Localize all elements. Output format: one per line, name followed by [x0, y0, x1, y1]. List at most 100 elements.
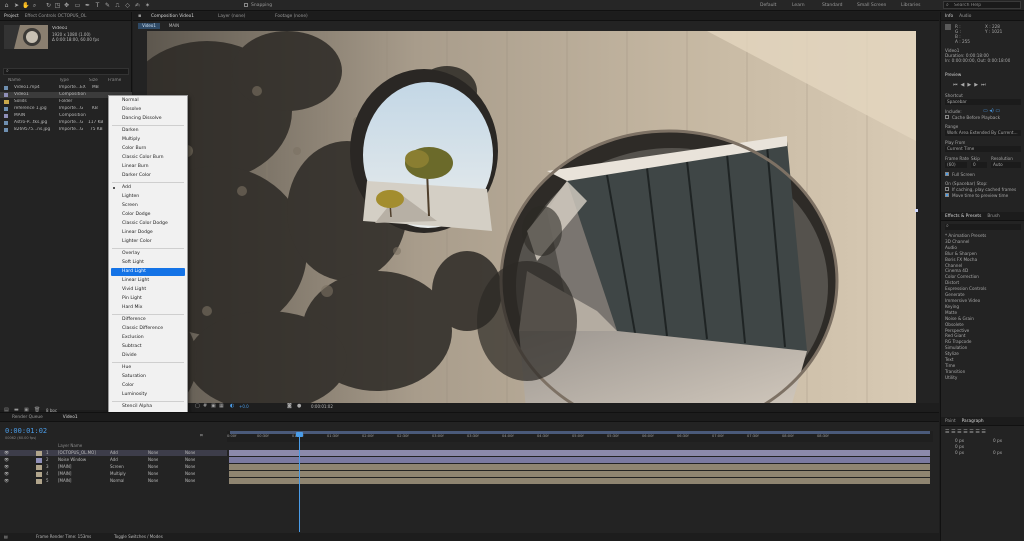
- indent-left-value[interactable]: 0 px: [955, 438, 964, 443]
- align-buttons-icon[interactable]: ☰ ☰ ☰ ☰ ☰ ☰ ☰: [945, 429, 986, 435]
- label-color[interactable]: [36, 457, 42, 463]
- indent-first-value[interactable]: 0 px: [955, 444, 964, 449]
- tab-audio[interactable]: Audio: [959, 14, 971, 19]
- menu-item-linear-light[interactable]: Linear Light: [109, 277, 187, 285]
- workspace-standard[interactable]: Standard: [822, 3, 842, 8]
- tab-footage[interactable]: Footage (none): [275, 14, 308, 19]
- rectangle-tool-icon[interactable]: ▭: [74, 2, 81, 9]
- render-time-icon[interactable]: ▤: [4, 533, 8, 541]
- time-ruler[interactable]: 0:00f 00:30f 01:00f 01:30f 02:00f 02:30f…: [227, 431, 933, 442]
- label-color[interactable]: [36, 464, 42, 470]
- menu-item-soft-light[interactable]: Soft Light: [109, 259, 187, 267]
- menu-item-classic-difference[interactable]: Classic Difference: [109, 325, 187, 333]
- layer-row[interactable]: 👁 4 [MAIN] Multiply None None: [0, 471, 227, 477]
- menu-item-saturation[interactable]: Saturation: [109, 373, 187, 381]
- tab-brush[interactable]: Brush: [987, 214, 999, 219]
- menu-item-subtract[interactable]: Subtract: [109, 343, 187, 351]
- menu-item-dissolve[interactable]: Dissolve: [109, 106, 187, 114]
- layer-row[interactable]: 👁 3 [MAIN] Screen None None: [0, 464, 227, 470]
- menu-item-hue[interactable]: Hue: [109, 364, 187, 372]
- tab-composition[interactable]: Composition Video1: [151, 14, 194, 19]
- tab-paint[interactable]: Paint: [945, 419, 956, 424]
- workspace-small-screen[interactable]: Small Screen: [857, 3, 886, 8]
- space-before-value[interactable]: 0 px: [955, 450, 964, 455]
- tab-info[interactable]: Info: [945, 14, 953, 19]
- selection-tool-icon[interactable]: ➤: [13, 2, 20, 9]
- layer-track-bar[interactable]: [229, 478, 930, 484]
- toggle-mask-icon[interactable]: ▣: [211, 403, 216, 409]
- menu-item-linear-burn[interactable]: Linear Burn: [109, 163, 187, 171]
- viewer-timecode[interactable]: 0:00:01:02: [311, 404, 333, 409]
- menu-item-add[interactable]: Add: [109, 184, 187, 192]
- tab-layer[interactable]: Layer (none): [218, 14, 245, 19]
- cache-checkbox[interactable]: [945, 115, 949, 119]
- column-name[interactable]: Name: [8, 78, 21, 84]
- shortcut-dropdown[interactable]: Spacebar: [945, 99, 1021, 105]
- menu-item-linear-dodge[interactable]: Linear Dodge: [109, 229, 187, 237]
- full-screen-checkbox[interactable]: [945, 172, 949, 176]
- pen-tool-icon[interactable]: ✒: [84, 2, 91, 9]
- range-dropdown[interactable]: Work Area Extended By Current...: [945, 130, 1021, 136]
- label-color[interactable]: [36, 478, 42, 484]
- menu-item-normal[interactable]: Normal: [109, 97, 187, 105]
- lock-icon[interactable]: ▪: [138, 13, 141, 19]
- column-type[interactable]: Type: [59, 78, 69, 84]
- zoom-tool-icon[interactable]: ⌕: [31, 2, 38, 9]
- last-frame-icon[interactable]: ⏭: [981, 82, 989, 88]
- menu-item-lighten[interactable]: Lighten: [109, 193, 187, 201]
- type-tool-icon[interactable]: T: [94, 2, 101, 9]
- menu-item-difference[interactable]: Difference: [109, 316, 187, 324]
- layer-track-bar[interactable]: [229, 457, 930, 463]
- effects-search-field[interactable]: ⌕: [945, 223, 1021, 230]
- region-of-interest-icon[interactable]: ▢: [195, 403, 200, 409]
- graph-editor-icon[interactable]: ⌗: [200, 433, 203, 439]
- project-search-field[interactable]: ⌕: [3, 68, 129, 75]
- column-frame[interactable]: Frame: [108, 78, 121, 84]
- playhead-handle[interactable]: [296, 432, 303, 437]
- menu-item-multiply[interactable]: Multiply: [109, 136, 187, 144]
- layer-row[interactable]: 👁 1 [OCTOPUS_OL.MO] Add None None: [0, 450, 227, 456]
- space-after-value[interactable]: 0 px: [993, 450, 1002, 455]
- list-item[interactable]: Video1.mp4 Importe...EX MB: [0, 85, 132, 91]
- include-video-icon[interactable]: ▭ ◂) ▭: [983, 108, 1000, 114]
- timeline-timecode[interactable]: 0:00:01:02: [5, 427, 47, 435]
- move-time-checkbox[interactable]: [945, 193, 949, 197]
- snapping-checkbox[interactable]: [244, 3, 248, 7]
- menu-item-color-dodge[interactable]: Color Dodge: [109, 211, 187, 219]
- play-from-dropdown[interactable]: Current Time: [945, 146, 1021, 152]
- layer-row[interactable]: 👁 2 Noise Window Add None None: [0, 457, 227, 463]
- menu-item-darker-color[interactable]: Darker Color: [109, 172, 187, 180]
- tab-effects-presets[interactable]: Effects & Presets: [945, 214, 981, 219]
- workspace-learn[interactable]: Learn: [792, 3, 805, 8]
- label-color[interactable]: [36, 471, 42, 477]
- home-icon[interactable]: ⌂: [3, 2, 10, 9]
- menu-item-hard-light[interactable]: Hard Light: [111, 268, 185, 276]
- indent-right-value[interactable]: 0 px: [993, 438, 1002, 443]
- show-channel-icon[interactable]: ●: [297, 403, 301, 409]
- menu-item-overlay[interactable]: Overlay: [109, 250, 187, 258]
- frame-rate-dropdown[interactable]: (60): [945, 162, 967, 168]
- adjust-exposure-icon[interactable]: ◐: [230, 403, 234, 409]
- eraser-tool-icon[interactable]: ◇: [124, 2, 131, 9]
- tab-project[interactable]: Project: [4, 14, 19, 19]
- layer-track-bar[interactable]: [229, 450, 930, 456]
- first-frame-icon[interactable]: ⏮: [953, 82, 961, 88]
- clone-stamp-tool-icon[interactable]: ⎍: [114, 2, 121, 9]
- cached-frames-checkbox[interactable]: [945, 187, 949, 191]
- menu-item-dancing-dissolve[interactable]: Dancing Dissolve: [109, 115, 187, 123]
- layer-track-bar[interactable]: [229, 464, 930, 470]
- menu-item-classic-color-burn[interactable]: Classic Color Burn: [109, 154, 187, 162]
- tab-effect-controls[interactable]: Effect Controls OCTOPUS_OL: [25, 14, 87, 19]
- pan-behind-tool-icon[interactable]: ✥: [63, 2, 70, 9]
- rotate-tool-icon[interactable]: ↻: [45, 2, 52, 9]
- menu-item-darken[interactable]: Darken: [109, 127, 187, 135]
- column-layer-name[interactable]: Layer Name: [58, 443, 82, 449]
- menu-item-screen[interactable]: Screen: [109, 202, 187, 210]
- menu-item-color-burn[interactable]: Color Burn: [109, 145, 187, 153]
- workspace-libraries[interactable]: Libraries: [901, 3, 920, 8]
- exposure-value[interactable]: +0.0: [239, 404, 249, 409]
- tab-paragraph[interactable]: Paragraph: [962, 419, 984, 424]
- label-color[interactable]: [36, 450, 42, 456]
- menu-item-exclusion[interactable]: Exclusion: [109, 334, 187, 342]
- search-help-field[interactable]: ⌕ Search Help: [943, 1, 1021, 9]
